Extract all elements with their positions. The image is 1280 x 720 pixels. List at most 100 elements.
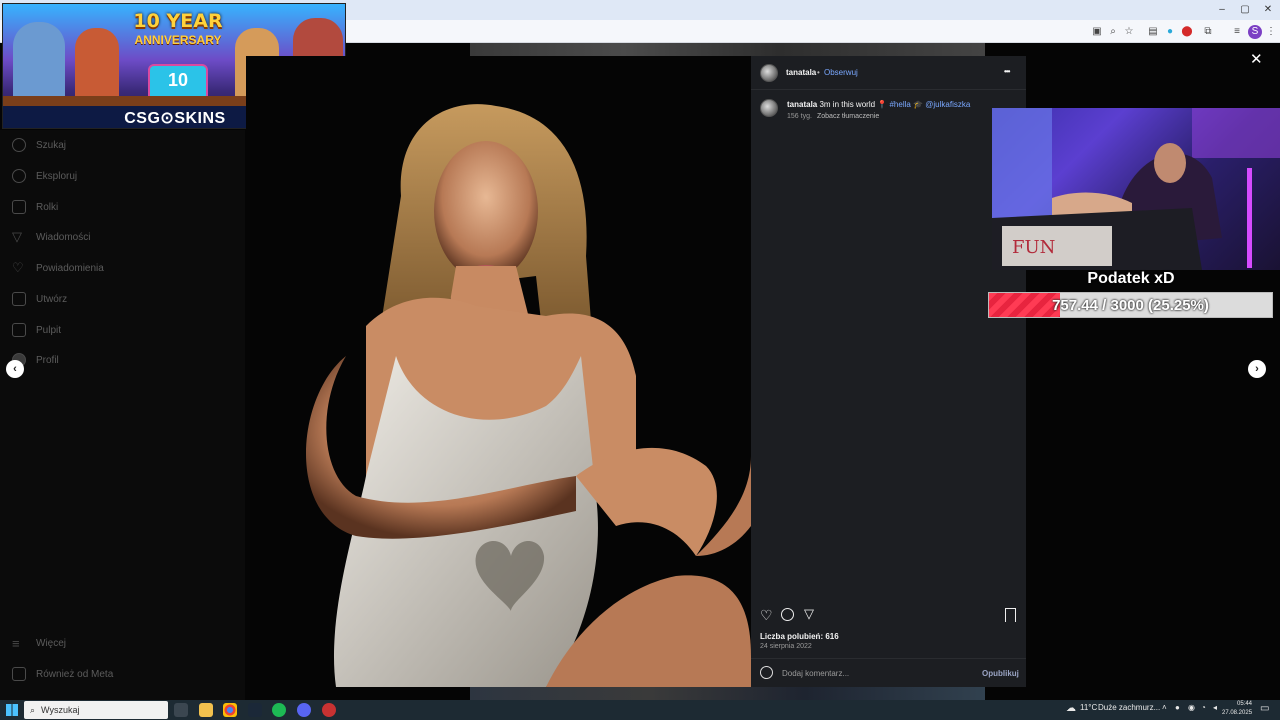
cast-icon[interactable]: ▣ xyxy=(1090,25,1104,39)
sidebar-item-label: Utwórz xyxy=(36,293,68,305)
tray-chevron-icon[interactable]: ˄ xyxy=(1162,703,1167,712)
post-username[interactable]: tanatala xyxy=(786,68,816,77)
publish-button[interactable]: Opublikuj xyxy=(982,669,1019,678)
sidebar-item-explore[interactable]: Eksploruj xyxy=(12,165,77,187)
caption-age: 156 tyg. xyxy=(787,113,812,120)
bookmark-star-icon[interactable]: ☆ xyxy=(1122,25,1136,39)
post-date: 24 sierpnia 2022 xyxy=(760,643,812,650)
extension-icon[interactable]: ● xyxy=(1163,25,1177,39)
weather-description[interactable]: Duże zachmurz... xyxy=(1098,703,1160,712)
file-explorer-icon[interactable] xyxy=(199,703,213,717)
donation-goal-title: Podatek xD xyxy=(1087,270,1175,287)
separator: • xyxy=(817,68,820,77)
search-icon: ⌕ xyxy=(30,704,36,715)
menu-icon: ≡ xyxy=(12,635,20,651)
taskbar-search[interactable]: ⌕ Wyszukaj xyxy=(24,701,168,719)
clock-time[interactable]: 05:44 xyxy=(1226,701,1252,707)
previous-post-button[interactable]: ‹ xyxy=(6,360,24,378)
sidebar-item-label: Eksploruj xyxy=(36,170,78,182)
weather-temperature[interactable]: 11°C xyxy=(1080,703,1097,712)
share-send-icon[interactable]: ▽ xyxy=(804,606,814,622)
search-icon xyxy=(12,138,26,152)
spotify-icon[interactable] xyxy=(272,703,286,717)
send-icon: ▽ xyxy=(12,229,22,244)
opera-icon[interactable] xyxy=(322,703,336,717)
reading-list-icon[interactable]: ≡ xyxy=(1230,25,1244,39)
caption-hashtag[interactable]: #hella xyxy=(889,100,910,109)
sidebar-item-meta[interactable]: Również od Meta xyxy=(12,663,113,685)
caption-mention[interactable]: @julkafiszka xyxy=(925,100,970,109)
next-post-button[interactable]: › xyxy=(1248,360,1266,378)
more-options-icon[interactable]: ••• xyxy=(1004,67,1010,76)
post-photo-illustration xyxy=(246,56,751,687)
microphone-icon[interactable]: ● xyxy=(1175,703,1180,712)
steam-icon[interactable] xyxy=(248,703,262,717)
caption-text: 3m in this world 📍 xyxy=(819,100,888,109)
divider xyxy=(751,658,1026,659)
donation-goal-bar: 757.44 / 3000 (25.25%) xyxy=(988,292,1273,318)
sidebar-item-more[interactable]: ≡ Więcej xyxy=(12,632,66,654)
like-heart-icon[interactable]: ♡ xyxy=(760,607,773,624)
post-detail-panel xyxy=(751,56,1026,687)
feed-thumbnail-strip xyxy=(470,687,985,700)
sidebar-item-label: Również od Meta xyxy=(36,668,114,680)
windows-start-icon[interactable] xyxy=(6,704,18,716)
caption-username[interactable]: tanatala xyxy=(787,100,817,109)
weather-icon[interactable]: ☁ xyxy=(1066,703,1076,714)
puzzle-icon[interactable]: ⧉ xyxy=(1201,25,1215,39)
sidebar-item-reels[interactable]: Rolki xyxy=(12,196,58,218)
wifi-icon[interactable]: ◔ xyxy=(1201,703,1206,712)
avatar[interactable] xyxy=(760,99,778,117)
discord-icon[interactable] xyxy=(297,703,311,717)
profile-avatar-icon[interactable]: S xyxy=(1248,25,1262,39)
comment-icon[interactable] xyxy=(781,608,794,621)
instagram-sidebar: Szukaj Eksploruj Rolki ▽ Wiadomości ♡ Po… xyxy=(0,130,245,700)
volume-icon[interactable]: ◂ xyxy=(1213,703,1217,712)
chrome-icon[interactable] xyxy=(223,703,237,717)
post-photo[interactable] xyxy=(246,56,751,687)
caption-emoji: 🎓 xyxy=(913,100,924,109)
donation-goal-text: 757.44 / 3000 (25.25%) xyxy=(1052,297,1209,314)
extension-icon[interactable]: ▤ xyxy=(1146,25,1160,39)
clock-date[interactable]: 27.08.2025 xyxy=(1222,710,1254,716)
zoom-icon[interactable]: ⌕ xyxy=(1106,25,1120,39)
taskbar-search-label: Wyszukaj xyxy=(41,705,80,715)
sidebar-item-notifications[interactable]: ♡ Powiadomienia xyxy=(12,257,104,279)
plus-icon xyxy=(12,292,26,306)
notifications-icon[interactable]: ▭ xyxy=(1260,703,1269,714)
sidebar-item-label: Wiadomości xyxy=(36,231,91,243)
meta-icon xyxy=(12,667,26,681)
avatar[interactable] xyxy=(760,64,778,82)
browser-menu-icon[interactable]: ⋮ xyxy=(1264,25,1278,39)
webcam-scene: FUN xyxy=(992,108,1280,270)
reels-icon xyxy=(12,200,26,214)
likes-count[interactable]: Liczba polubień: 616 xyxy=(760,632,839,641)
ad-anniversary-title: 10 YEAR xyxy=(133,10,223,32)
sidebar-item-label: Więcej xyxy=(36,637,67,649)
minimize-button[interactable]: – xyxy=(1214,3,1230,17)
ad-cake-number: 10 xyxy=(167,70,189,90)
sidebar-item-dashboard[interactable]: Pulpit xyxy=(12,319,61,341)
sidebar-item-label: Rolki xyxy=(36,201,59,213)
see-translation-link[interactable]: Zobacz tłumaczenie xyxy=(817,113,879,120)
follow-button[interactable]: Obserwuj xyxy=(824,68,858,77)
sidebar-item-label: Profil xyxy=(36,354,59,366)
emoji-icon[interactable] xyxy=(760,666,773,679)
ad-character xyxy=(13,22,65,102)
sidebar-item-messages[interactable]: ▽ Wiadomości xyxy=(12,226,90,248)
post-caption: tanatala 3m in this world 📍 #hella 🎓 @ju… xyxy=(787,100,970,109)
window-close-button[interactable]: ✕ xyxy=(1260,3,1276,17)
sidebar-item-search[interactable]: Szukaj xyxy=(12,134,66,156)
save-bookmark-icon[interactable] xyxy=(1005,608,1016,622)
sidebar-item-create[interactable]: Utwórz xyxy=(12,288,67,310)
maximize-button[interactable]: ▢ xyxy=(1237,3,1253,17)
close-icon[interactable]: ✕ xyxy=(1250,50,1263,68)
task-view-icon[interactable] xyxy=(174,703,188,717)
heart-icon: ♡ xyxy=(12,260,24,275)
comment-input[interactable]: Dodaj komentarz... xyxy=(782,669,849,678)
network-icon[interactable]: ◉ xyxy=(1188,703,1195,712)
feed-thumbnail-strip xyxy=(470,43,985,56)
dashboard-icon xyxy=(12,323,26,337)
compass-icon xyxy=(12,169,26,183)
extension-icon[interactable]: ⬤ xyxy=(1180,25,1194,39)
